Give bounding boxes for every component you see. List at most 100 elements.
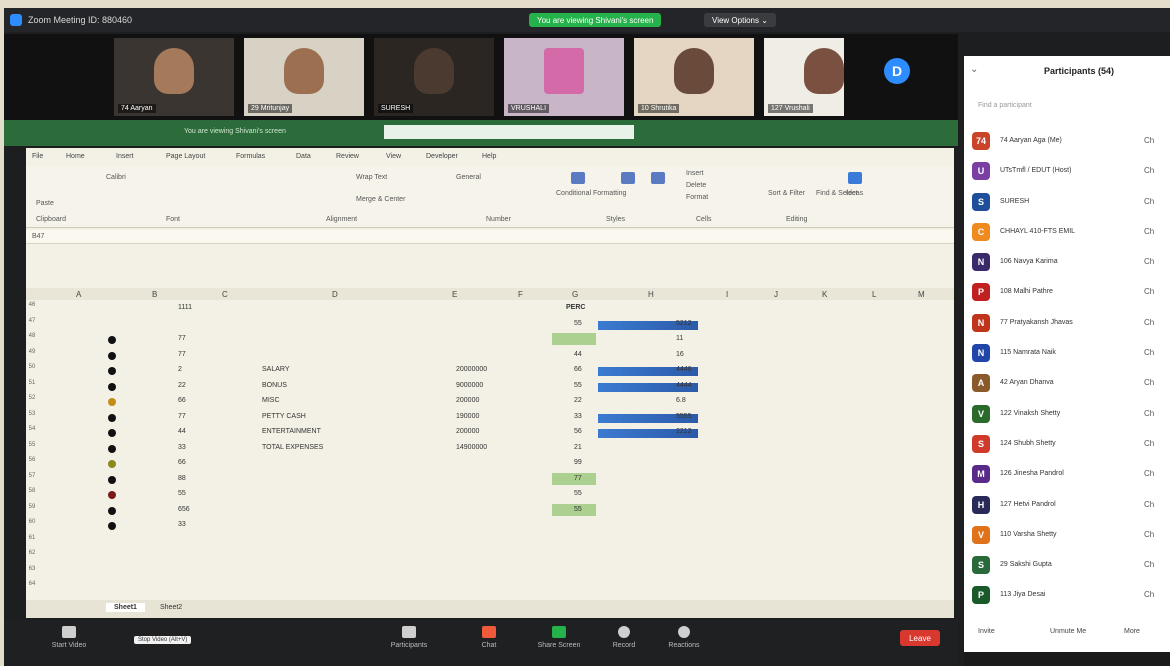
row-number[interactable]: 57 (26, 473, 38, 479)
expense-amount[interactable]: 190000 (456, 413, 479, 420)
paste-button[interactable]: Paste (36, 200, 54, 207)
participant-row[interactable]: 74 74 Aaryan Aga (Me) Ch (972, 128, 1170, 158)
expense-label[interactable]: ENTERTAINMENT (262, 428, 321, 435)
expense-label[interactable]: BONUS (262, 382, 287, 389)
unmute-me-button[interactable]: Unmute Me (1050, 628, 1086, 635)
column-header[interactable]: D (332, 290, 338, 299)
font-name-box[interactable]: Calibri (106, 174, 126, 181)
ribbon-tab[interactable]: Data (296, 153, 311, 160)
participant-status[interactable]: Ch (1144, 257, 1154, 266)
row-number[interactable]: 63 (26, 566, 38, 572)
row-number[interactable]: 47 (26, 318, 38, 324)
participants-button[interactable]: Participants (374, 626, 444, 649)
delete-cells-button[interactable]: Delete (686, 182, 706, 189)
conditional-formatting-button[interactable]: Conditional Formatting (556, 190, 626, 197)
cell-value[interactable]: 4444 (676, 382, 692, 389)
conditional-formatting-icon[interactable] (571, 172, 585, 184)
expense-label[interactable]: SALARY (262, 366, 290, 373)
participant-row[interactable]: M 126 Jinesha Pandrol Ch (972, 461, 1170, 491)
row-number[interactable]: 51 (26, 380, 38, 386)
participant-row[interactable]: S 124 Shubh Shetty Ch (972, 431, 1170, 461)
row-number[interactable]: 62 (26, 550, 38, 556)
cell-value[interactable]: 2 (178, 366, 182, 373)
ribbon-tab[interactable]: Review (336, 153, 359, 160)
row-number[interactable]: 46 (26, 302, 38, 308)
video-tile[interactable]: 29 Mritunjay (244, 38, 364, 116)
participant-status[interactable]: Ch (1144, 318, 1154, 327)
ribbon-tab[interactable]: Home (66, 153, 85, 160)
ribbon-tab[interactable]: Page Layout (166, 153, 205, 160)
cell-value[interactable]: 77 (178, 335, 186, 342)
participant-status[interactable]: Ch (1144, 197, 1154, 206)
cell-value[interactable]: 21 (574, 444, 582, 451)
cell-value[interactable]: 656 (178, 506, 190, 513)
start-video-button[interactable]: Start Video (34, 626, 104, 649)
reactions-button[interactable]: Reactions (649, 626, 719, 649)
ribbon-tab[interactable]: Help (482, 153, 496, 160)
cell-value[interactable]: 77 (178, 351, 186, 358)
cell-value[interactable]: 56 (574, 428, 582, 435)
ribbon-tab[interactable]: Insert (116, 153, 134, 160)
participant-status[interactable]: Ch (1144, 409, 1154, 418)
participant-row[interactable]: S SURESH Ch (972, 189, 1170, 219)
participant-status[interactable]: Ch (1144, 530, 1154, 539)
format-cells-button[interactable]: Format (686, 194, 708, 201)
participant-search[interactable]: Find a participant (978, 102, 1158, 116)
participant-status[interactable]: Ch (1144, 348, 1154, 357)
wrap-text-button[interactable]: Wrap Text (356, 174, 387, 181)
cell-value[interactable]: 11 (676, 335, 683, 342)
ribbon-tab[interactable]: Developer (426, 153, 458, 160)
cell-value[interactable]: 33 (574, 413, 582, 420)
participant-status[interactable]: Ch (1144, 590, 1154, 599)
column-header[interactable]: F (518, 290, 523, 299)
participant-status[interactable]: Ch (1144, 378, 1154, 387)
column-header[interactable]: E (452, 290, 457, 299)
participant-row[interactable]: N 106 Navya Karima Ch (972, 249, 1170, 279)
chat-button[interactable]: Chat (454, 626, 524, 649)
video-tile[interactable]: 10 Shrutika (634, 38, 754, 116)
row-number[interactable]: 53 (26, 411, 38, 417)
format-as-table-icon[interactable] (621, 172, 635, 184)
row-number[interactable]: 60 (26, 519, 38, 525)
view-options-button[interactable]: View Options ⌄ (704, 13, 776, 27)
row-number[interactable]: 54 (26, 426, 38, 432)
participant-row[interactable]: H 127 Hetvi Pandrol Ch (972, 492, 1170, 522)
cell-value[interactable]: 1111 (178, 304, 192, 311)
participant-row[interactable]: N 77 Pratyakansh Jhavas Ch (972, 310, 1170, 340)
row-number[interactable]: 59 (26, 504, 38, 510)
expense-amount[interactable]: 20000000 (456, 366, 487, 373)
column-header[interactable]: I (726, 290, 728, 299)
expense-label[interactable]: TOTAL EXPENSES (262, 444, 323, 451)
row-number[interactable]: 55 (26, 442, 38, 448)
participant-status[interactable]: Ch (1144, 287, 1154, 296)
row-number[interactable]: 48 (26, 333, 38, 339)
cell-value[interactable]: 66 (574, 366, 582, 373)
video-tile[interactable]: 74 Aaryan (114, 38, 234, 116)
cell-value[interactable]: 77 (178, 413, 186, 420)
leave-button[interactable]: Leave (900, 630, 940, 646)
participant-row[interactable]: V 122 Vinaksh Shetty Ch (972, 401, 1170, 431)
expense-label[interactable]: PETTY CASH (262, 413, 306, 420)
ideas-button[interactable]: Ideas (846, 190, 863, 197)
cell-value[interactable]: 99 (574, 459, 582, 466)
cell-value[interactable]: 16 (676, 351, 684, 358)
cell-value[interactable]: 55 (178, 490, 186, 497)
row-number[interactable]: 61 (26, 535, 38, 541)
row-number[interactable]: 56 (26, 457, 38, 463)
expense-label[interactable]: MISC (262, 397, 280, 404)
cell-value[interactable]: 22 (178, 382, 186, 389)
participant-row[interactable]: C CHHAYL 410-FTS EMIL Ch (972, 219, 1170, 249)
cell-value[interactable]: 5555 (676, 413, 692, 420)
participant-status[interactable]: Ch (1144, 500, 1154, 509)
cell-value[interactable]: 5212 (676, 320, 692, 327)
cell-styles-icon[interactable] (651, 172, 665, 184)
sheet-tab[interactable]: Sheet2 (152, 603, 190, 612)
sort-filter-button[interactable]: Sort & Filter (768, 190, 805, 197)
cell-value[interactable]: 55 (574, 506, 582, 513)
share-screen-button[interactable]: Share Screen (524, 626, 594, 649)
row-number[interactable]: 64 (26, 581, 38, 587)
participant-row[interactable]: P 113 Jiya Desai Ch (972, 582, 1170, 612)
ribbon-tab[interactable]: Formulas (236, 153, 265, 160)
column-header[interactable]: M (918, 290, 925, 299)
ribbon-tab[interactable]: File (32, 153, 43, 160)
